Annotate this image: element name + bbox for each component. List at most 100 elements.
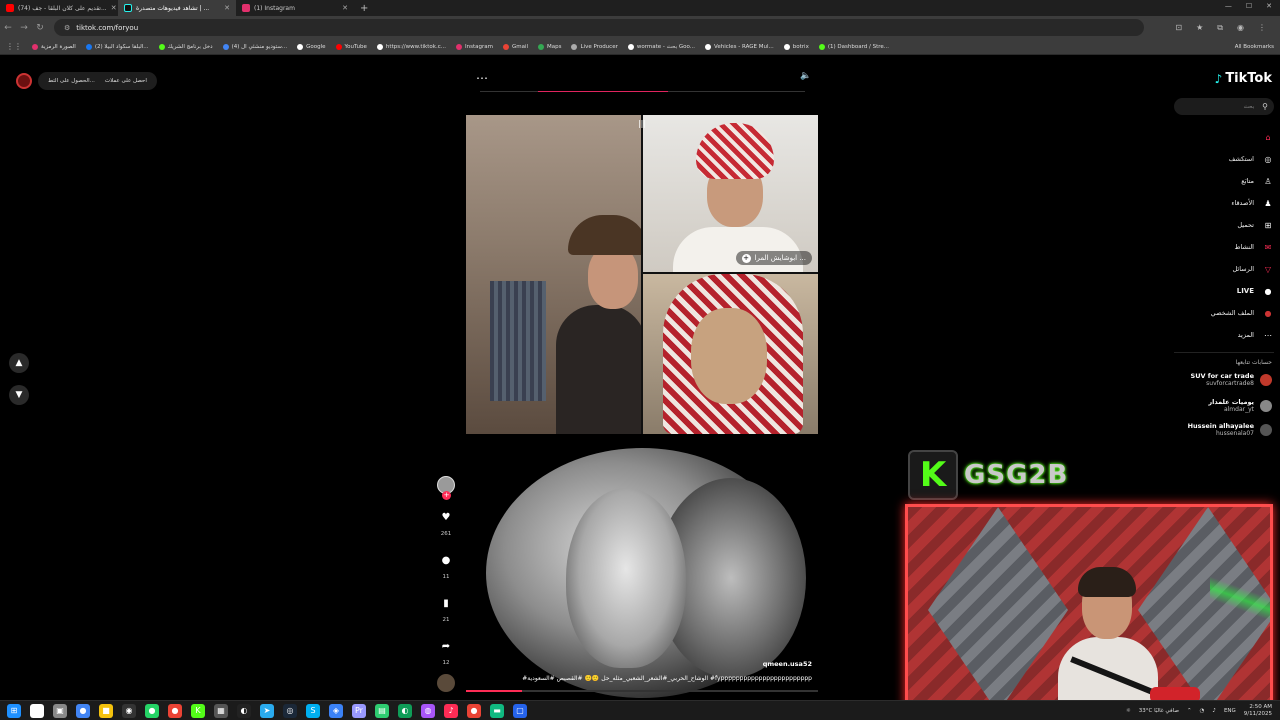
bookmark-item[interactable]: Gmail bbox=[502, 43, 528, 50]
tiktok-logo[interactable]: ♪ TikTok bbox=[1215, 71, 1272, 86]
chrome-icon[interactable]: ● bbox=[168, 703, 182, 718]
comment-icon[interactable]: ● bbox=[442, 555, 451, 567]
sidebar-item[interactable]: LIVE ● bbox=[1164, 280, 1274, 302]
participant-name-chip[interactable]: + ابوشايش المرا ... bbox=[735, 251, 812, 265]
bookmark-item[interactable]: Live Producer bbox=[571, 43, 618, 50]
share-icon[interactable]: ➦ bbox=[442, 641, 450, 653]
follow-plus-icon[interactable]: + bbox=[741, 253, 751, 263]
sidebar-item[interactable]: استكشف ◎ bbox=[1164, 148, 1274, 170]
creator-avatar[interactable]: + bbox=[437, 476, 455, 500]
following-account[interactable]: Hussein alhayalee hussenala07 bbox=[1162, 422, 1272, 437]
all-bookmarks-button[interactable]: All Bookmarks bbox=[1235, 44, 1280, 50]
minimize-icon[interactable]: — bbox=[1225, 2, 1232, 10]
menu-icon[interactable]: ⋮ bbox=[1258, 23, 1266, 33]
app-icon[interactable]: ▢ bbox=[513, 703, 527, 718]
bookmark-item[interactable]: (1) Dashboard / Stre... bbox=[818, 43, 889, 50]
bookmark-item[interactable]: botrix bbox=[783, 43, 809, 50]
close-icon[interactable]: ✕ bbox=[224, 4, 230, 12]
bookmark-item[interactable]: https://www.tiktok.c... bbox=[376, 43, 446, 50]
steam-icon[interactable]: ◎ bbox=[283, 703, 297, 718]
close-window-icon[interactable]: ✕ bbox=[1266, 2, 1272, 10]
more-options-icon[interactable]: ⋯ bbox=[476, 71, 488, 85]
live-video-grid[interactable]: + ابوشايش المرا ... ||| bbox=[466, 115, 818, 434]
tray-overflow-icon[interactable]: ⌃ bbox=[1187, 708, 1192, 714]
network-icon[interactable]: ◔ bbox=[1200, 708, 1205, 714]
next-video-button[interactable]: ▼ bbox=[9, 385, 29, 405]
clock[interactable]: 2:50 AM 9/11/2025 bbox=[1244, 704, 1272, 718]
volume-tray-icon[interactable]: ♪ bbox=[1212, 708, 1216, 714]
volume-icon[interactable]: 🔈 bbox=[800, 71, 811, 81]
following-account[interactable]: SUV for car trade suvforcartrade8 bbox=[1162, 372, 1272, 387]
sidebar-item[interactable]: المزيد ⋯ bbox=[1164, 324, 1274, 346]
maximize-icon[interactable]: ☐ bbox=[1246, 2, 1252, 10]
get-app-button[interactable]: الحصول على التط... bbox=[48, 78, 95, 84]
calculator-icon[interactable]: ▦ bbox=[214, 703, 228, 718]
app-icon[interactable]: ▬ bbox=[490, 703, 504, 718]
language-indicator[interactable]: ENG bbox=[1224, 708, 1236, 714]
close-icon[interactable]: ✕ bbox=[342, 4, 348, 12]
capcut-icon[interactable]: ◐ bbox=[237, 703, 251, 718]
file-explorer-icon[interactable]: ■ bbox=[99, 703, 113, 718]
sidebar-item[interactable]: تحميل ⊞ bbox=[1164, 214, 1274, 236]
weather-text[interactable]: 33°C صافي غالبًا bbox=[1139, 708, 1179, 714]
search-icon[interactable]: ⚲ bbox=[1262, 102, 1268, 111]
url-input[interactable]: ⚙ tiktok.com/foryou bbox=[54, 19, 1144, 36]
avatar[interactable] bbox=[16, 73, 32, 89]
sidebar-item[interactable]: الرسائل ▽ bbox=[1164, 258, 1274, 280]
sidebar-item[interactable]: ⌂ bbox=[1164, 126, 1274, 148]
bookmark-icon[interactable]: ▮ bbox=[443, 598, 449, 610]
get-coins-button[interactable]: احصل على عملات bbox=[105, 78, 147, 84]
chrome-icon[interactable]: ● bbox=[467, 703, 481, 718]
windows-start-icon[interactable]: ⊞ bbox=[7, 703, 21, 718]
star-icon[interactable]: ★ bbox=[1196, 23, 1203, 33]
following-account[interactable]: يوميات علمدار almdar_yt bbox=[1162, 398, 1272, 413]
install-icon[interactable]: ⊡ bbox=[1175, 23, 1182, 33]
messenger-icon[interactable]: ◍ bbox=[421, 703, 435, 718]
apps-icon[interactable]: ⋮⋮ bbox=[6, 42, 22, 51]
chrome-icon[interactable]: ● bbox=[76, 703, 90, 718]
new-tab-button[interactable]: + bbox=[360, 3, 368, 14]
bookmark-item[interactable]: (4) ستوديو منشئي ال... bbox=[222, 43, 287, 50]
obs-icon[interactable]: ◉ bbox=[122, 703, 136, 718]
premiere-icon[interactable]: Pr bbox=[352, 703, 366, 718]
bookmark-item[interactable]: Maps bbox=[538, 43, 561, 50]
sidebar-item[interactable]: النشاط ✉ bbox=[1164, 236, 1274, 258]
profile-icon[interactable]: ◉ bbox=[1237, 23, 1244, 33]
video-player[interactable]: qmeen.usa52 #الوشاح_الحربي_#الشعر_الشعبي… bbox=[466, 442, 818, 698]
bookmark-item[interactable]: Google bbox=[297, 43, 326, 50]
follow-plus-icon[interactable]: + bbox=[442, 491, 451, 500]
bookmark-item[interactable]: (2) البلقا سكواد البيلا... bbox=[85, 43, 149, 50]
previous-video-button[interactable]: ▲ bbox=[9, 353, 29, 373]
search-icon[interactable]: ⚲ bbox=[30, 703, 44, 718]
browser-tab[interactable]: (1) Instagram ✕ bbox=[236, 0, 354, 16]
video-username[interactable]: qmeen.usa52 bbox=[763, 660, 812, 668]
task-view-icon[interactable]: ▣ bbox=[53, 703, 67, 718]
sidebar-item[interactable]: الملف الشخصي ● bbox=[1164, 302, 1274, 324]
bookmark-item[interactable]: Vehicles - RAGE Mul... bbox=[705, 43, 774, 50]
skype-icon[interactable]: S bbox=[306, 703, 320, 718]
tiktok-icon[interactable]: ♪ bbox=[444, 703, 458, 718]
browser-tab[interactable]: (74) تقديم على كلان البلقا - جف... ✕ bbox=[0, 0, 118, 16]
music-disc-icon[interactable] bbox=[437, 674, 455, 692]
site-info-icon[interactable]: ⚙ bbox=[64, 24, 70, 32]
sidebar-item[interactable]: متابَع ♙ bbox=[1164, 170, 1274, 192]
bookmark-item[interactable]: الصورة الرمزية bbox=[32, 43, 76, 50]
bookmark-item[interactable]: wormate - بحث Goo... bbox=[627, 43, 695, 50]
whatsapp-icon[interactable]: ● bbox=[145, 703, 159, 718]
forward-icon[interactable]: → bbox=[16, 23, 32, 33]
app-icon[interactable]: ◈ bbox=[329, 703, 343, 718]
edge-icon[interactable]: ◐ bbox=[398, 703, 412, 718]
search-input[interactable]: بحث ⚲ bbox=[1174, 98, 1274, 115]
video-caption[interactable]: #الوشاح_الحربي_#الشعر_الشعبي_مثله_حل 🙂🙂 … bbox=[522, 675, 812, 682]
extensions-icon[interactable]: ⧉ bbox=[1217, 23, 1223, 33]
browser-tab-active[interactable]: تشاهد فيديوهات متصدرة | ... ✕ bbox=[118, 0, 236, 16]
weather-icon[interactable]: ☼ bbox=[1126, 708, 1131, 714]
kick-icon[interactable]: K bbox=[191, 703, 205, 718]
close-icon[interactable]: ✕ bbox=[111, 4, 117, 12]
bookmark-item[interactable]: Instagram bbox=[455, 43, 493, 50]
sidebar-item[interactable]: الأصدقاء ♟ bbox=[1164, 192, 1274, 214]
reload-icon[interactable]: ↻ bbox=[32, 23, 48, 33]
app-icon[interactable]: ▤ bbox=[375, 703, 389, 718]
heart-icon[interactable]: ♥ bbox=[442, 512, 451, 524]
telegram-icon[interactable]: ➤ bbox=[260, 703, 274, 718]
